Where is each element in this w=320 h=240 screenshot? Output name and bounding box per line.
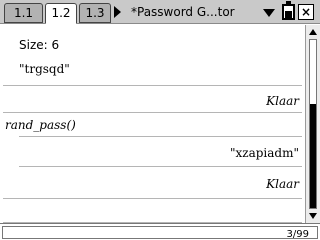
row-divider (3, 85, 302, 86)
row-divider (19, 136, 302, 137)
tab-1-3[interactable]: 1.3 (79, 3, 111, 23)
scroll-down-icon[interactable] (309, 213, 317, 219)
page-counter: 3/99 (286, 229, 309, 240)
row-divider (3, 198, 302, 199)
status-label-1: Klaar (266, 94, 299, 108)
nav-arrow-right-icon[interactable] (114, 6, 121, 18)
tab-1-2[interactable]: 1.2 (45, 3, 77, 24)
battery-icon (282, 1, 295, 20)
password-output-1[interactable]: "trgsqd" (19, 62, 70, 76)
vertical-scrollbar[interactable] (305, 25, 320, 223)
scroll-track[interactable] (309, 39, 317, 209)
row-divider (19, 166, 302, 167)
password-output-2[interactable]: "xzapiadm" (230, 146, 299, 160)
document-title[interactable]: *Password G...tor (131, 4, 235, 20)
status-bar: 3/99 (0, 223, 320, 240)
status-field: 3/99 (2, 226, 318, 240)
tab-1-1[interactable]: 1.1 (4, 3, 43, 23)
close-icon[interactable]: × (298, 4, 314, 20)
scroll-thumb[interactable] (310, 103, 316, 208)
dropdown-caret-icon[interactable] (263, 9, 275, 17)
size-output-line: Size: 6 (19, 38, 60, 52)
command-entry[interactable]: rand_pass() (5, 118, 76, 132)
row-divider (3, 112, 302, 113)
calculator-history[interactable]: Size: 6 "trgsqd" Klaar rand_pass() "xzap… (0, 25, 305, 223)
tab-bar: 1.1 1.2 1.3 *Password G...tor × (0, 0, 320, 24)
status-label-2: Klaar (266, 177, 299, 191)
scroll-up-icon[interactable] (309, 29, 317, 35)
